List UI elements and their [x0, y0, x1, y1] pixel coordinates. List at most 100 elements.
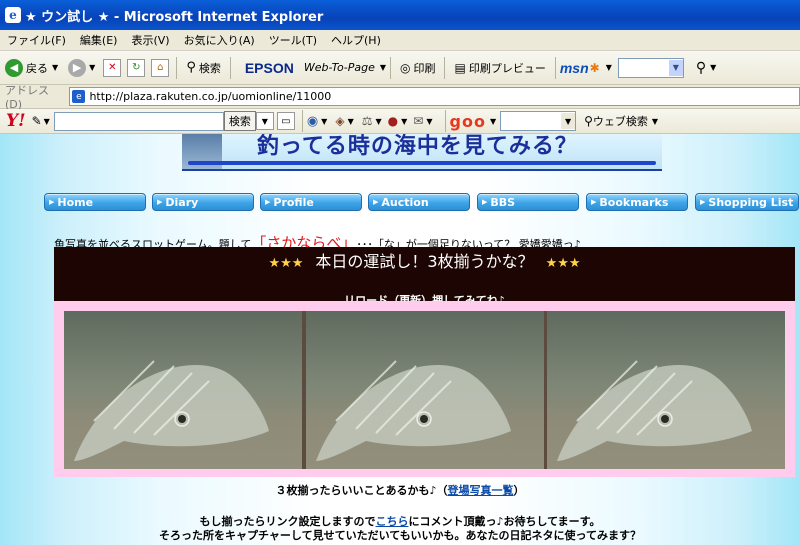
back-button[interactable]: ◀ 戻る ▼ — [0, 55, 63, 81]
banner-text: 釣ってる時の海中を見てみる？ — [257, 134, 578, 159]
slot-photo-2 — [305, 311, 544, 469]
msn-search-icon[interactable]: ⚲ — [696, 60, 706, 76]
nav-diary-label: Diary — [165, 195, 199, 209]
nav-profile[interactable]: ▶ Profile — [260, 193, 362, 211]
game-icon[interactable]: ● — [388, 114, 398, 128]
nav-diary[interactable]: ▶ Diary — [152, 193, 254, 211]
auction-icon[interactable]: ⚖ — [362, 114, 373, 128]
back-arrow-icon: ◀ — [5, 58, 23, 77]
yahoo-search-button-label: 検索 — [228, 115, 251, 128]
bookmark-dropdown-icon[interactable]: ▼ — [348, 117, 354, 126]
yahoo-search-input[interactable] — [53, 111, 224, 131]
magnifier-icon: ⚲ — [186, 60, 196, 75]
home-icon[interactable]: ⌂ — [151, 58, 170, 77]
goo-search-combo[interactable]: ▼ — [500, 111, 577, 131]
fish-photo-3 — [557, 360, 752, 461]
slot-title: 本日の運試し！3枚揃うかな？ — [315, 252, 534, 271]
forward-arrow-icon: ▶ — [68, 58, 87, 77]
slot-reels — [64, 311, 785, 469]
back-dropdown-icon[interactable]: ▼ — [52, 63, 58, 72]
msn-logo[interactable]: msn — [560, 60, 589, 76]
menu-help[interactable]: ヘルプ(H) — [324, 32, 388, 48]
globe-dropdown-icon[interactable]: ▼ — [321, 117, 327, 126]
nav-bbs-label: BBS — [490, 195, 516, 209]
stars-right: ★★★ — [545, 256, 581, 271]
menu-tools[interactable]: ツール(T) — [262, 32, 324, 48]
pencil-icon[interactable]: ✎ — [32, 114, 42, 128]
forward-dropdown-icon[interactable]: ▼ — [89, 63, 95, 72]
nav-auction[interactable]: ▶ Auction — [368, 193, 470, 211]
toolbar-separator — [229, 56, 231, 79]
msn-search-combo[interactable]: ▼ — [617, 57, 684, 78]
address-url[interactable]: http://plaza.rakuten.co.jp/uomionline/11… — [89, 90, 331, 103]
auction-dropdown-icon[interactable]: ▼ — [375, 117, 381, 126]
yahoo-dropdown-icon[interactable]: ▼ — [255, 112, 274, 130]
triangle-icon: ▶ — [265, 198, 271, 206]
nav-home[interactable]: ▶ Home — [44, 193, 146, 211]
triangle-icon: ▶ — [591, 198, 597, 206]
photo-list-link[interactable]: 登場写真一覧 — [448, 484, 514, 497]
slot-frame — [54, 301, 795, 477]
goo-logo[interactable]: goo — [450, 112, 486, 131]
menu-favorites[interactable]: お気に入り(A) — [177, 32, 262, 48]
msn-dropdown-icon[interactable]: ▼ — [606, 63, 612, 72]
print-preview-button[interactable]: ▤ 印刷プレビュー — [449, 55, 550, 81]
chevron-down-icon[interactable]: ▼ — [561, 113, 576, 129]
globe-icon[interactable]: ◉ — [307, 114, 318, 129]
nav-shopping-list[interactable]: ▶ Shopping List — [695, 193, 799, 211]
toolbar-separator — [301, 110, 303, 132]
site-nav: ▶ Home ▶ Diary ▶ Profile ▶ Auction ▶ BBS ▶ Boo… — [0, 193, 800, 215]
yahoo-search-button[interactable]: 検索 — [223, 111, 256, 131]
menu-file[interactable]: ファイル(F) — [0, 32, 73, 48]
goo-dropdown-icon[interactable]: ▼ — [490, 117, 496, 126]
address-field[interactable]: e http://plaza.rakuten.co.jp/uomionline/… — [69, 87, 800, 106]
pencil-dropdown-icon[interactable]: ▼ — [44, 117, 50, 126]
page-icon: e — [72, 90, 86, 103]
triangle-icon: ▶ — [157, 198, 163, 206]
web-search-dropdown-icon[interactable]: ▼ — [652, 117, 658, 126]
epson-logo[interactable]: EPSON — [245, 60, 294, 76]
message-line-1: もし揃ったらリンク設定しますのでこちらにコメント頂戴っ♪お待ちしてまーす。 — [0, 515, 800, 529]
slot-caption: ３枚揃ったらいいことあるかも♪（登場写真一覧） — [0, 482, 800, 498]
forward-button[interactable]: ▶ ▼ — [63, 55, 100, 81]
nav-profile-label: Profile — [273, 195, 314, 209]
menu-edit[interactable]: 編集(E) — [73, 32, 125, 48]
toolbar-separator — [444, 56, 446, 79]
comment-link[interactable]: こちら — [375, 515, 408, 528]
toolbar-separator — [176, 56, 178, 79]
triangle-icon: ▶ — [373, 198, 379, 206]
banner-bar — [188, 161, 656, 165]
nav-bookmarks[interactable]: ▶ Bookmarks — [586, 193, 688, 211]
msn-butterfly-icon: ✱ — [589, 60, 600, 75]
triangle-icon: ▶ — [700, 198, 706, 206]
yahoo-logo[interactable]: Y! — [6, 111, 26, 131]
stop-icon[interactable]: ✕ — [103, 58, 122, 77]
chevron-down-icon[interactable]: ▼ — [668, 59, 683, 76]
web-search-button[interactable]: ウェブ検索 — [593, 113, 648, 129]
web-to-page-dropdown-icon[interactable]: ▼ — [380, 63, 386, 72]
search-button[interactable]: ⚲ 検索 — [181, 55, 226, 81]
slot-header: ★★★本日の運試し！3枚揃うかな？★★★ リロード（更新）押してみてね♪ — [54, 247, 795, 307]
msn-search-dropdown-icon[interactable]: ▼ — [710, 63, 716, 72]
slot-photo-1 — [64, 311, 302, 469]
mail-icon[interactable]: ✉ — [413, 114, 423, 128]
window-icon[interactable]: ▭ — [276, 112, 295, 130]
menu-view[interactable]: 表示(V) — [124, 32, 176, 48]
caption-after: ） — [513, 484, 525, 497]
banner[interactable]: 釣ってる時の海中を見てみる？ — [182, 134, 662, 171]
refresh-icon[interactable]: ↻ — [127, 58, 146, 77]
slot-title-row: ★★★ 本日の運試し！3枚揃うかな？ ★★★ — [54, 248, 795, 272]
page-content: 釣ってる時の海中を見てみる？ ▶ Home ▶ Diary ▶ Profile ▶ Au… — [0, 134, 800, 545]
print-button[interactable]: ◎ 印刷 — [395, 55, 440, 81]
nav-bbs[interactable]: ▶ BBS — [477, 193, 579, 211]
back-label: 戻る — [26, 61, 48, 75]
game-dropdown-icon[interactable]: ▼ — [401, 117, 407, 126]
menu-bar: ファイル(F) 編集(E) 表示(V) お気に入り(A) ツール(T) ヘルプ(… — [0, 30, 800, 51]
toolbar-separator — [444, 110, 446, 132]
nav-shopping-list-label: Shopping List — [708, 195, 794, 209]
print-label: 印刷 — [413, 61, 436, 75]
web-to-page-button[interactable]: Web-To-Page — [304, 61, 375, 74]
nav-auction-label: Auction — [381, 195, 429, 209]
mail-dropdown-icon[interactable]: ▼ — [426, 117, 432, 126]
bookmark-icon[interactable]: ◈ — [335, 114, 344, 128]
